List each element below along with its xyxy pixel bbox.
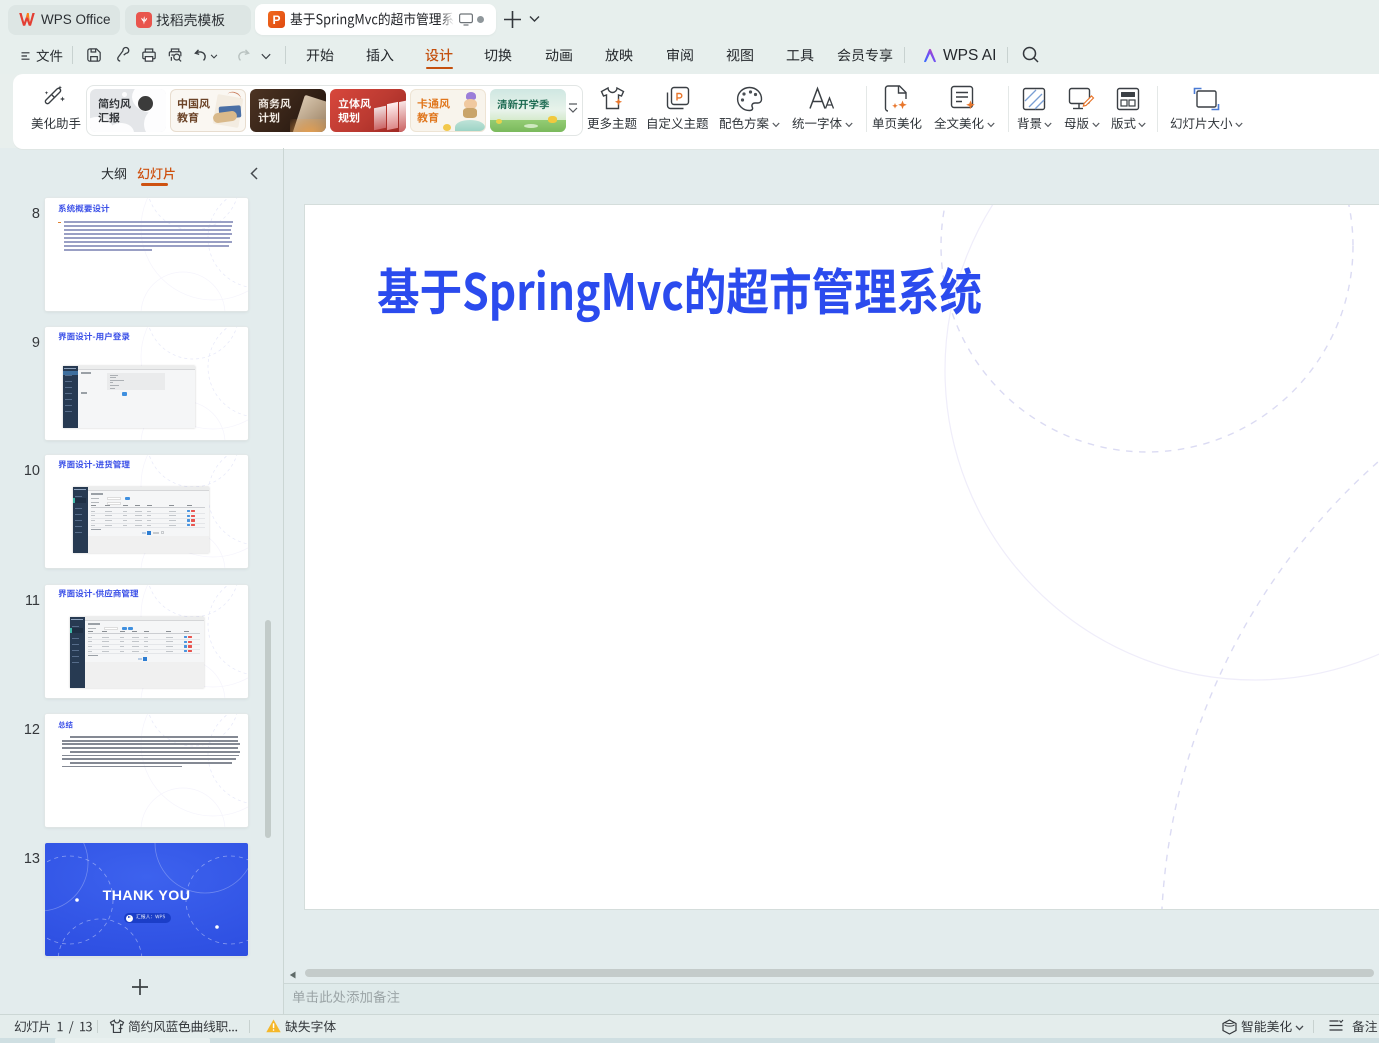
- svg-text:P: P: [272, 13, 280, 27]
